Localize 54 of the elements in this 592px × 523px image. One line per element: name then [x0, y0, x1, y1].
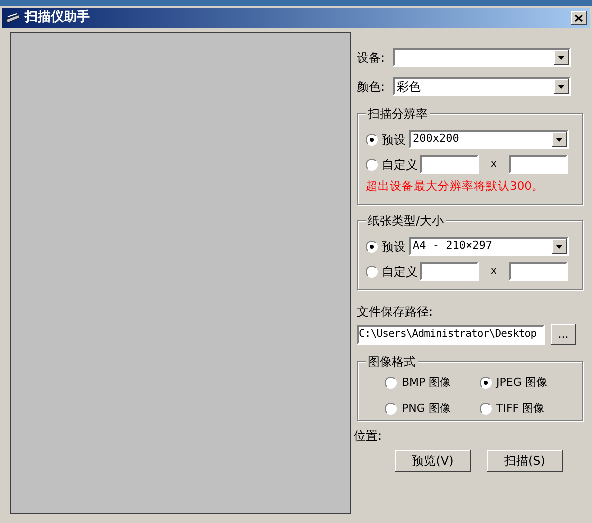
action-button[interactable]: 扫描(S): [487, 450, 563, 472]
radio-button[interactable]: [366, 134, 378, 146]
width-input[interactable]: [420, 155, 479, 174]
width-input[interactable]: [420, 262, 479, 281]
option-label[interactable]: 预设: [382, 130, 406, 148]
height-input[interactable]: [509, 155, 568, 174]
caret-icon: [556, 138, 563, 142]
radio-button[interactable]: [385, 377, 397, 390]
group-title: 纸张类型/大小: [366, 212, 446, 230]
window-title: 扫描仪助手: [25, 8, 90, 28]
preset-dropdown[interactable]: 200x200: [409, 130, 569, 149]
dropdown-button[interactable]: [552, 239, 567, 254]
option-label[interactable]: TIFF 图像: [496, 400, 545, 417]
path-value: C:\Users\Administrator\Desktop: [359, 326, 537, 342]
option-label[interactable]: BMP 图像: [402, 375, 452, 392]
browse-button[interactable]: ...: [551, 324, 576, 345]
warning-text: 超出设备最大分辨率将默认300。: [366, 178, 545, 195]
device-dropdown[interactable]: [393, 48, 571, 67]
group-title: 图像格式: [366, 353, 418, 371]
field-label: 位置:: [354, 428, 384, 445]
path-field[interactable]: C:\Users\Administrator\Desktop: [357, 324, 545, 344]
radio-button[interactable]: [366, 158, 378, 170]
group-title: 扫描分辨率: [366, 105, 430, 123]
option-label[interactable]: 预设: [382, 238, 406, 256]
option-label[interactable]: JPEG 图像: [496, 375, 548, 392]
option-label[interactable]: 自定义: [382, 262, 418, 280]
dropdown-button[interactable]: [554, 50, 569, 65]
preset-dropdown[interactable]: A4 - 210×297: [409, 237, 569, 256]
radio-button[interactable]: [366, 240, 378, 252]
times-sign: x: [490, 265, 498, 279]
caret-icon: [558, 56, 565, 60]
dropdown-button[interactable]: [554, 79, 569, 94]
radio-button[interactable]: [385, 402, 397, 415]
field-label: 设备:: [357, 50, 386, 66]
field-label: 颜色:: [357, 78, 386, 96]
dropdown-button[interactable]: [552, 132, 567, 147]
close-button[interactable]: [571, 11, 587, 25]
option-label[interactable]: PNG 图像: [402, 400, 451, 417]
combo-value: 200x200: [412, 131, 460, 148]
caret-icon: [558, 84, 565, 88]
option-label[interactable]: 自定义: [382, 156, 418, 174]
radio-button[interactable]: [480, 377, 492, 390]
action-button[interactable]: 预览(V): [395, 450, 471, 472]
color-dropdown[interactable]: 彩色: [393, 77, 571, 96]
caret-icon: [556, 244, 563, 248]
combo-value: 彩色: [396, 78, 422, 96]
field-label: 文件保存路径:: [357, 304, 434, 321]
times-sign: x: [490, 158, 498, 172]
close-icon: [575, 14, 583, 22]
scanner-icon: [5, 12, 21, 24]
height-input[interactable]: [509, 262, 568, 281]
combo-value: A4 - 210×297: [412, 238, 494, 254]
radio-button[interactable]: [480, 402, 492, 415]
radio-button[interactable]: [366, 266, 378, 278]
